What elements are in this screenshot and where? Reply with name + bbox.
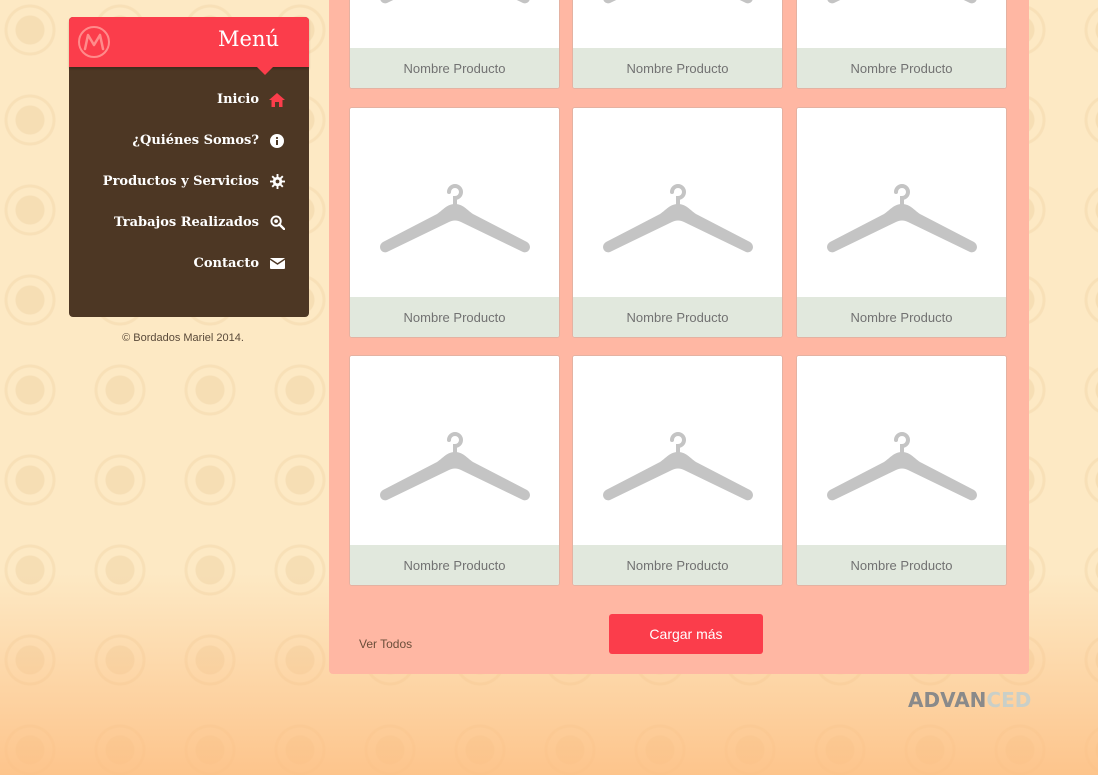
nav-item-productos-servicios[interactable]: Productos y Servicios (65, 161, 285, 202)
product-name: Nombre Producto (797, 545, 1006, 585)
product-name: Nombre Producto (573, 48, 782, 88)
product-image (797, 356, 1006, 546)
hanger-icon (827, 184, 977, 253)
load-more-button[interactable]: Cargar más (609, 614, 763, 654)
hanger-icon (380, 432, 530, 501)
product-image (573, 108, 782, 298)
product-name: Nombre Producto (350, 545, 559, 585)
product-image (797, 0, 1006, 49)
product-card[interactable]: Nombre Producto (572, 0, 783, 89)
hanger-icon (603, 0, 753, 4)
hanger-icon (380, 0, 530, 4)
ver-todos-link[interactable]: Ver Todos (359, 637, 412, 651)
product-card[interactable]: Nombre Producto (349, 107, 560, 338)
nav-item-quienes-somos[interactable]: ¿Quiénes Somos? (65, 120, 285, 161)
gear-icon (269, 174, 285, 190)
nav-item-label: Trabajos Realizados (114, 215, 259, 230)
brand-logo-part1: ADVAN (908, 688, 987, 712)
product-name: Nombre Producto (350, 48, 559, 88)
product-name: Nombre Producto (797, 297, 1006, 337)
nav-item-contacto[interactable]: Contacto (65, 243, 285, 284)
product-image (573, 0, 782, 49)
product-card[interactable]: Nombre Producto (349, 0, 560, 89)
hanger-icon (603, 432, 753, 501)
product-image (350, 356, 559, 546)
nav-item-inicio[interactable]: Inicio (65, 79, 285, 120)
product-name: Nombre Producto (797, 48, 1006, 88)
brand-logo-part2: CED (986, 688, 1032, 712)
product-card[interactable]: Nombre Producto (572, 107, 783, 338)
nav-item-label: Inicio (217, 92, 259, 107)
product-name: Nombre Producto (573, 545, 782, 585)
menu-header: Menú (69, 17, 309, 75)
product-image (573, 356, 782, 546)
hanger-icon (603, 184, 753, 253)
hanger-icon (827, 0, 977, 4)
menu-title: Menú (218, 27, 279, 51)
nav-item-label: Contacto (193, 256, 260, 271)
product-image (797, 108, 1006, 298)
product-card[interactable]: Nombre Producto (572, 355, 783, 586)
nav-item-label: Productos y Servicios (102, 174, 259, 189)
envelope-icon (269, 256, 285, 272)
product-name: Nombre Producto (350, 297, 559, 337)
nav-item-trabajos-realizados[interactable]: Trabajos Realizados (65, 202, 285, 243)
product-card[interactable]: Nombre Producto (796, 355, 1007, 586)
nav-list: Inicio ¿Quiénes Somos? Productos y Servi… (65, 79, 285, 284)
product-image (350, 0, 559, 49)
logo-icon (78, 26, 110, 58)
home-icon (269, 92, 285, 108)
brand-logo: ADVANCED (908, 688, 1031, 712)
product-card[interactable]: Nombre Producto (796, 107, 1007, 338)
product-panel: Nombre Producto Nombre Producto Nombre P… (329, 0, 1029, 674)
copyright-text: © Bordados Mariel 2014. (122, 332, 244, 344)
product-card[interactable]: Nombre Producto (349, 355, 560, 586)
product-name: Nombre Producto (573, 297, 782, 337)
info-icon (269, 133, 285, 149)
magnifier-icon (269, 215, 285, 231)
sidebar-menu: Menú Inicio ¿Quiénes Somos? Productos y … (69, 17, 309, 317)
product-card[interactable]: Nombre Producto (796, 0, 1007, 89)
hanger-icon (827, 432, 977, 501)
hanger-icon (380, 184, 530, 253)
product-image (350, 108, 559, 298)
nav-item-label: ¿Quiénes Somos? (132, 133, 259, 148)
